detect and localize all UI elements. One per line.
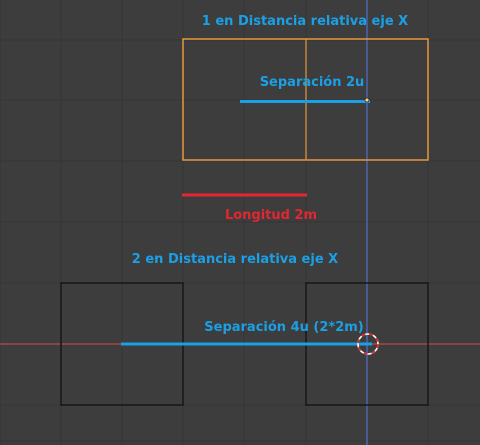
top-title-label: 1 en Distancia relativa eje X	[202, 14, 408, 29]
top-separation-label: Separación 2u	[260, 75, 365, 90]
bottom-separation-label: Separación 4u (2*2m)	[204, 320, 363, 335]
length-label: Longitud 2m	[225, 208, 317, 223]
viewport[interactable]: 1 en Distancia relativa eje X Separación…	[0, 0, 480, 445]
bottom-title-label: 2 en Distancia relativa eje X	[132, 252, 338, 267]
object-origin-dot	[364, 97, 370, 103]
